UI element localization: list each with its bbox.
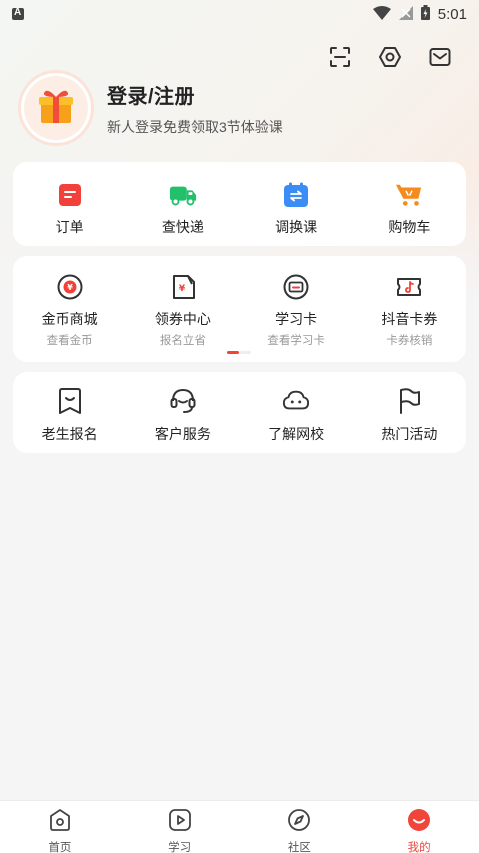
order-icon bbox=[56, 181, 84, 209]
delivery-label: 查快递 bbox=[161, 219, 204, 235]
nav-me-label: 我的 bbox=[407, 842, 431, 853]
course-swap-item[interactable]: 调换课 bbox=[240, 162, 353, 237]
study-card-icon bbox=[282, 273, 310, 301]
coin-mall-sub: 查看金币 bbox=[46, 335, 93, 347]
coin-mall-label: 金币商城 bbox=[41, 311, 98, 327]
me-icon bbox=[407, 808, 431, 837]
study-card-sub: 查看学习卡 bbox=[267, 335, 325, 347]
delivery-item[interactable]: 查快递 bbox=[126, 162, 239, 237]
nav-study[interactable]: 学习 bbox=[120, 801, 240, 853]
hot-events-label: 热门活动 bbox=[381, 426, 438, 442]
study-card-item[interactable]: 学习卡 查看学习卡 bbox=[240, 256, 353, 348]
customer-service-icon bbox=[169, 387, 197, 415]
nav-home[interactable]: 首页 bbox=[0, 801, 120, 853]
signal-icon bbox=[398, 5, 413, 23]
settings-icon[interactable] bbox=[377, 44, 403, 70]
cart-item[interactable]: 购物车 bbox=[353, 162, 466, 237]
app-notification-icon bbox=[12, 7, 24, 20]
bottom-navigation: 首页 学习 社区 我的 bbox=[0, 800, 479, 853]
coin-mall-item[interactable]: ¥ 金币商城 查看金币 bbox=[13, 256, 126, 348]
douyin-ticket-label: 抖音卡券 bbox=[381, 311, 438, 327]
login-promo-text: 新人登录免费领取3节体验课 bbox=[107, 118, 283, 135]
order-item[interactable]: 订单 bbox=[13, 162, 126, 237]
nav-study-label: 学习 bbox=[168, 842, 192, 853]
svg-text:¥: ¥ bbox=[179, 284, 186, 294]
header-actions bbox=[327, 44, 453, 70]
svg-text:¥: ¥ bbox=[67, 283, 73, 292]
login-register-title[interactable]: 登录/注册 bbox=[107, 80, 283, 109]
cloud-face-icon bbox=[282, 387, 310, 415]
home-icon bbox=[48, 808, 72, 837]
coupon-center-icon: ¥ bbox=[169, 273, 197, 301]
flag-icon bbox=[395, 387, 423, 415]
avatar[interactable] bbox=[18, 70, 94, 146]
play-icon bbox=[168, 808, 192, 837]
wifi-icon bbox=[372, 5, 391, 23]
battery-icon bbox=[420, 5, 430, 23]
page-indicator bbox=[227, 351, 251, 354]
bookmark-smile-icon bbox=[56, 387, 84, 415]
cart-label: 购物车 bbox=[388, 219, 431, 235]
course-swap-label: 调换课 bbox=[275, 219, 318, 235]
status-time: 5:01 bbox=[437, 5, 467, 23]
coin-icon: ¥ bbox=[56, 273, 84, 301]
douyin-ticket-item[interactable]: 抖音卡券 卡券核销 bbox=[353, 256, 466, 348]
nav-home-label: 首页 bbox=[48, 842, 72, 853]
profile-section[interactable]: 登录/注册 新人登录免费领取3节体验课 bbox=[18, 70, 283, 146]
douyin-ticket-icon bbox=[395, 273, 423, 301]
hot-events-item[interactable]: 热门活动 bbox=[353, 372, 466, 444]
coupon-center-sub: 报名立省 bbox=[159, 335, 206, 347]
order-label: 订单 bbox=[55, 219, 84, 235]
scan-icon[interactable] bbox=[327, 44, 353, 70]
douyin-ticket-sub: 卡券核销 bbox=[386, 335, 433, 347]
gift-icon bbox=[37, 87, 75, 130]
about-school-label: 了解网校 bbox=[268, 426, 325, 442]
page-dot bbox=[239, 351, 251, 354]
benefits-card: ¥ 金币商城 查看金币 ¥ 领券中心 报名立省 学习卡 查看学习卡 抖音卡券 卡… bbox=[13, 256, 466, 362]
message-icon[interactable] bbox=[427, 44, 453, 70]
page-dot-active bbox=[227, 351, 239, 354]
orders-card: 订单 查快递 调换课 购物车 bbox=[13, 162, 466, 246]
coupon-center-item[interactable]: ¥ 领券中心 报名立省 bbox=[126, 256, 239, 348]
nav-community[interactable]: 社区 bbox=[240, 801, 360, 853]
customer-service-label: 客户服务 bbox=[154, 426, 211, 442]
nav-me[interactable]: 我的 bbox=[359, 801, 479, 853]
study-card-label: 学习卡 bbox=[275, 311, 318, 327]
returning-student-label: 老生报名 bbox=[41, 426, 98, 442]
compass-icon bbox=[287, 808, 311, 837]
about-school-item[interactable]: 了解网校 bbox=[240, 372, 353, 444]
coupon-center-label: 领券中心 bbox=[154, 311, 211, 327]
nav-community-label: 社区 bbox=[287, 842, 311, 853]
services-card: 老生报名 客户服务 了解网校 热门活动 bbox=[13, 372, 466, 453]
status-bar: 5:01 bbox=[0, 0, 479, 28]
calendar-swap-icon bbox=[282, 181, 310, 209]
delivery-truck-icon bbox=[169, 181, 197, 209]
cart-icon bbox=[395, 181, 423, 209]
customer-service-item[interactable]: 客户服务 bbox=[126, 372, 239, 444]
returning-student-item[interactable]: 老生报名 bbox=[13, 372, 126, 444]
